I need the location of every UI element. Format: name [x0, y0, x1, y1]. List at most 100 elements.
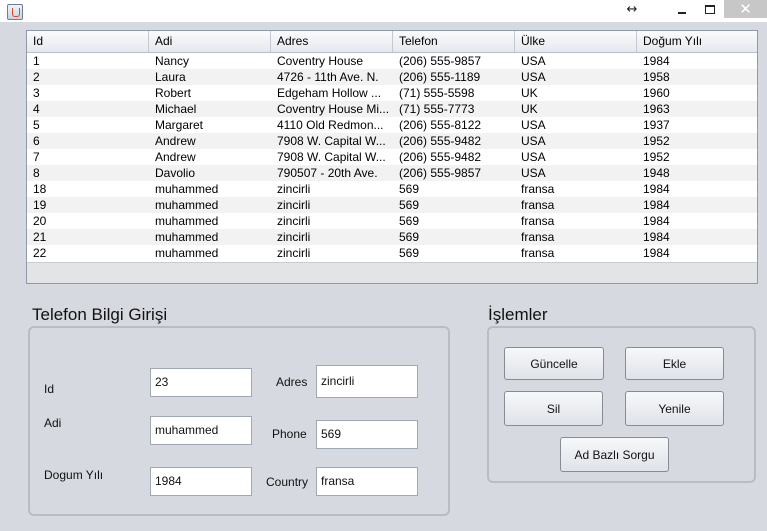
table-row[interactable]: 21 muhammed zincirli 569 fransa 1984 — [27, 229, 757, 245]
column-header-dogum-yili[interactable]: Doğum Yılı — [637, 31, 757, 52]
table-cell: zincirli — [277, 214, 311, 228]
adres-label: Adres — [276, 375, 308, 389]
table-cell: 22 — [33, 246, 47, 260]
table-cell: (206) 555-9482 — [399, 150, 482, 164]
table-cell: (206) 555-1189 — [399, 70, 481, 84]
table-row[interactable]: 22 muhammed zincirli 569 fransa 1984 — [27, 245, 757, 261]
table-row[interactable]: 19 muhammed zincirli 569 fransa 1984 — [27, 197, 757, 213]
guncelle-button[interactable]: Güncelle — [504, 347, 604, 380]
table-cell: 569 — [399, 214, 420, 228]
dogum-yili-label: Dogum Yılı — [44, 468, 104, 482]
table-cell: 1952 — [643, 150, 670, 164]
table-cell: 1960 — [643, 86, 670, 100]
table-cell: zincirli — [277, 246, 311, 260]
ekle-button[interactable]: Ekle — [625, 347, 724, 380]
dogum-yili-field[interactable]: 1984 — [150, 467, 252, 496]
table-cell: zincirli — [277, 182, 311, 196]
table-cell: 7908 W. Capital W... — [277, 134, 386, 148]
column-header-ulke[interactable]: Ülke — [515, 31, 637, 52]
table-row[interactable]: 3 Robert Edgeham Hollow ... (71) 555-5598 UK… — [27, 85, 757, 101]
table-cell: 18 — [33, 182, 47, 196]
adres-field[interactable]: zincirli — [316, 365, 418, 398]
adi-label: Adi — [44, 416, 62, 430]
table-cell: muhammed — [155, 230, 219, 244]
table-cell: 1984 — [643, 246, 670, 260]
table-cell: Edgeham Hollow ... — [277, 86, 382, 100]
table-cell: USA — [521, 166, 546, 180]
table-cell: 19 — [33, 198, 47, 212]
table-cell: (206) 555-8122 — [399, 118, 482, 132]
sil-button[interactable]: Sil — [504, 391, 603, 426]
maximize-icon[interactable] — [700, 0, 720, 18]
table-cell: USA — [521, 54, 546, 68]
window-titlebar: ↔ ✕ — [0, 0, 767, 22]
table-cell: USA — [521, 134, 546, 148]
table-cell: Coventry House Mi... — [277, 102, 390, 116]
table-cell: 569 — [399, 198, 420, 212]
column-header-id[interactable]: Id — [27, 31, 149, 52]
table-cell: 6 — [33, 134, 40, 148]
table-cell: 4110 Old Redmon... — [277, 118, 384, 132]
table-row[interactable]: 20 muhammed zincirli 569 fransa 1984 — [27, 213, 757, 229]
table-cell: 1984 — [643, 182, 670, 196]
ad-bazli-sorgu-button[interactable]: Ad Bazlı Sorgu — [560, 437, 669, 472]
resize-icon[interactable]: ↔ — [622, 0, 642, 18]
table-cell: (71) 555-7773 — [399, 102, 475, 116]
phone-field[interactable]: 569 — [316, 420, 418, 449]
table-row[interactable]: 2 Laura 4726 - 11th Ave. N. (206) 555-1189 U… — [27, 69, 757, 85]
table-cell: 4726 - 11th Ave. N. — [277, 70, 379, 84]
java-app-icon — [7, 4, 23, 20]
table-body: 1 Nancy Coventry House (206) 555-9857 USA 198… — [27, 53, 757, 261]
table-cell: 1984 — [643, 214, 670, 228]
form-section-title: Telefon Bilgi Girişi — [32, 305, 168, 324]
table-cell: 3 — [33, 86, 40, 100]
table-cell: muhammed — [155, 198, 219, 212]
table-cell: Andrew — [155, 134, 196, 148]
column-header-telefon[interactable]: Telefon — [393, 31, 515, 52]
id-label: Id — [44, 382, 55, 396]
table-cell: Andrew — [155, 150, 196, 164]
table-row[interactable]: 6 Andrew 7908 W. Capital W... (206) 555-948… — [27, 133, 757, 149]
table-cell: muhammed — [155, 246, 219, 260]
table-cell: Coventry House — [277, 54, 364, 68]
records-table[interactable]: Id Adi Adres Telefon Ülke Doğum Yılı 1 Na… — [26, 30, 758, 284]
column-header-adres[interactable]: Adres — [271, 31, 393, 52]
table-cell: fransa — [521, 182, 555, 196]
country-field[interactable]: fransa — [316, 467, 418, 496]
table-cell: Margaret — [155, 118, 204, 132]
table-cell: 569 — [399, 230, 420, 244]
yenile-button[interactable]: Yenile — [625, 391, 724, 426]
table-cell: 1 — [33, 54, 40, 68]
close-icon[interactable]: ✕ — [724, 0, 767, 18]
id-field[interactable]: 23 — [150, 368, 252, 397]
table-cell: 1937 — [643, 118, 670, 132]
table-cell: 7 — [33, 150, 40, 164]
table-cell: UK — [521, 102, 538, 116]
table-cell: 1952 — [643, 134, 670, 148]
table-cell: USA — [521, 70, 546, 84]
table-cell: (71) 555-5598 — [399, 86, 475, 100]
table-row[interactable]: 8 Davolio 790507 - 20th Ave. (206) 555-9857… — [27, 165, 757, 181]
table-cell: fransa — [521, 198, 555, 212]
table-cell: 4 — [33, 102, 40, 116]
table-row[interactable]: 7 Andrew 7908 W. Capital W... (206) 555-948… — [27, 149, 757, 165]
table-cell: 1984 — [643, 198, 670, 212]
actions-section-title: İşlemler — [488, 305, 548, 324]
table-cell: Laura — [155, 70, 186, 84]
adi-field[interactable]: muhammed — [150, 416, 252, 445]
column-header-adi[interactable]: Adi — [149, 31, 271, 52]
table-row[interactable]: 5 Margaret 4110 Old Redmon... (206) 555-812… — [27, 117, 757, 133]
table-cell: 1948 — [643, 166, 670, 180]
table-row[interactable]: 18 muhammed zincirli 569 fransa 1984 — [27, 181, 757, 197]
table-cell: 5 — [33, 118, 40, 132]
minimize-icon[interactable] — [672, 0, 692, 18]
table-cell: 1963 — [643, 102, 670, 116]
table-cell: 1984 — [643, 54, 670, 68]
table-row[interactable]: 1 Nancy Coventry House (206) 555-9857 USA 198… — [27, 53, 757, 69]
table-cell: zincirli — [277, 230, 311, 244]
table-cell: 1984 — [643, 230, 670, 244]
table-cell: zincirli — [277, 198, 311, 212]
table-row[interactable]: 4 Michael Coventry House Mi... (71) 555-777… — [27, 101, 757, 117]
table-cell: 20 — [33, 214, 47, 228]
table-cell: muhammed — [155, 182, 219, 196]
